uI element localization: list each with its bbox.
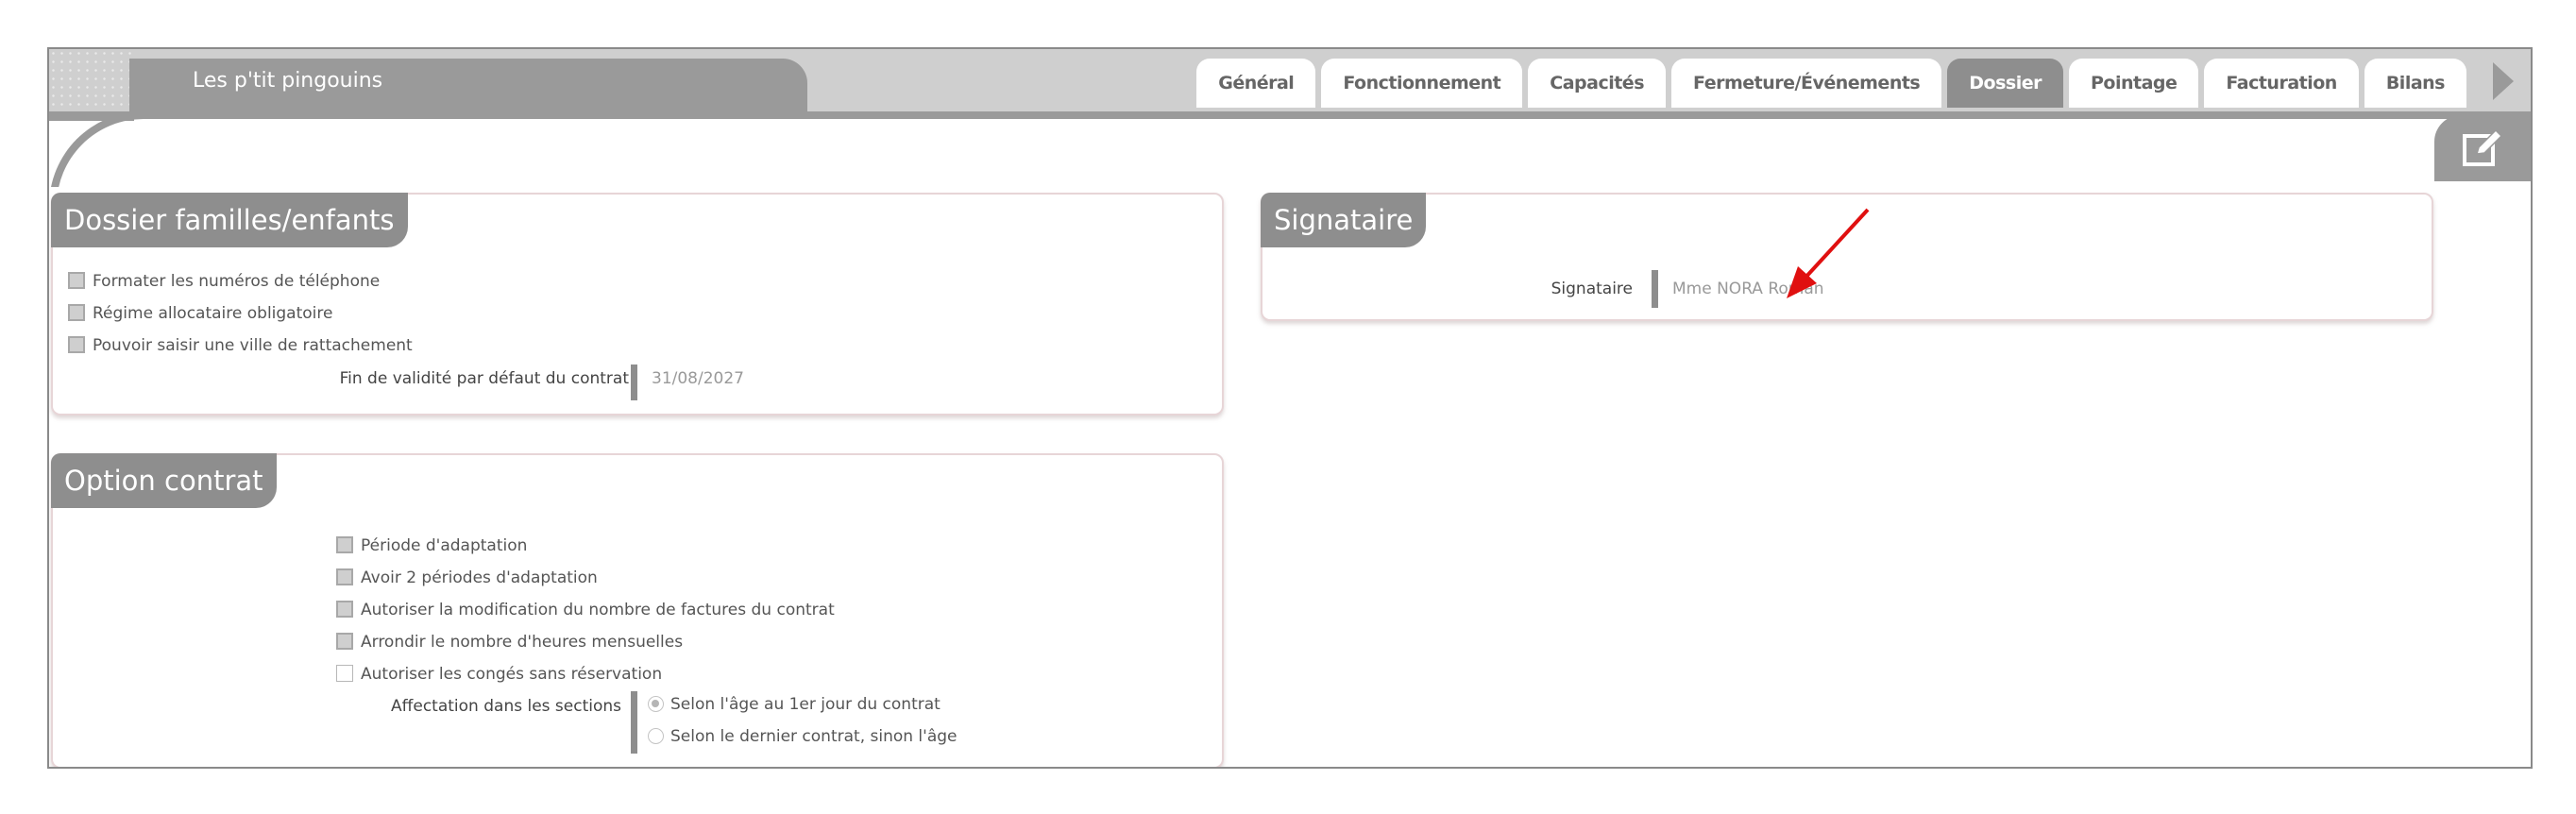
tab-dossier[interactable]: Dossier — [1947, 59, 2063, 108]
affectation-dernier-contrat-label: Selon le dernier contrat, sinon l'âge — [670, 727, 958, 746]
contrat-panel: Option contrat Période d'adaptation Avoi… — [51, 453, 1224, 767]
option-arrondir-heures-checkbox[interactable] — [336, 633, 353, 650]
signataire-label: Signataire — [1551, 280, 1633, 298]
option-deux-periodes-label: Avoir 2 périodes d'adaptation — [361, 568, 598, 587]
decorative-dots — [49, 49, 134, 111]
tab-pointage[interactable]: Pointage — [2068, 59, 2199, 108]
option-ville-rattachement-label: Pouvoir saisir une ville de rattachement — [93, 336, 413, 355]
dossier-panel-title: Dossier familles/enfants — [51, 193, 408, 247]
option-periode-adaptation-checkbox[interactable] — [336, 536, 353, 553]
signataire-field-bar — [1652, 270, 1658, 308]
annotation-arrow-icon — [1787, 208, 1870, 298]
option-conges-sans-reservation-label: Autoriser les congés sans réservation — [361, 665, 663, 684]
arrow-right-icon[interactable] — [2493, 62, 2514, 100]
tab-fonctionnement[interactable]: Fonctionnement — [1321, 59, 1523, 108]
affectation-dernier-contrat-radio[interactable] — [648, 728, 664, 744]
option-ville-rattachement-checkbox[interactable] — [68, 336, 85, 353]
option-modification-factures-label: Autoriser la modification du nombre de f… — [361, 601, 835, 619]
contrat-panel-title: Option contrat — [51, 453, 277, 508]
window-title: Les p'tit pingouins — [193, 69, 383, 93]
option-format-phone-label: Formater les numéros de téléphone — [93, 272, 381, 291]
option-deux-periodes-checkbox[interactable] — [336, 568, 353, 585]
affectation-age-label: Selon l'âge au 1er jour du contrat — [670, 695, 941, 714]
option-regime-allocataire-label: Régime allocataire obligatoire — [93, 304, 333, 323]
option-format-phone-checkbox[interactable] — [68, 272, 85, 289]
affectation-label: Affectation dans les sections — [391, 697, 621, 716]
signataire-panel-title: Signataire — [1261, 193, 1427, 247]
edit-icon — [2463, 128, 2503, 166]
validity-field-bar — [631, 365, 637, 400]
tab-bar: Général Fonctionnement Capacités Fermetu… — [1196, 55, 2466, 108]
affectation-field-bar — [631, 691, 637, 754]
header-bar — [129, 111, 2531, 119]
option-periode-adaptation-label: Période d'adaptation — [361, 536, 528, 555]
option-regime-allocataire-checkbox[interactable] — [68, 304, 85, 321]
affectation-age-radio[interactable] — [648, 696, 664, 712]
tab-facturation[interactable]: Facturation — [2204, 59, 2359, 108]
app-frame: Les p'tit pingouins Général Fonctionneme… — [47, 47, 2533, 769]
option-arrondir-heures-label: Arrondir le nombre d'heures mensuelles — [361, 633, 684, 652]
edit-button[interactable] — [2434, 115, 2531, 181]
validity-label: Fin de validité par défaut du contrat — [339, 369, 629, 388]
header-curve — [49, 111, 153, 187]
tab-capacites[interactable]: Capacités — [1528, 59, 1667, 108]
dossier-panel: Dossier familles/enfants Formater les nu… — [51, 193, 1224, 415]
option-conges-sans-reservation-checkbox[interactable] — [336, 665, 353, 682]
tab-bilans[interactable]: Bilans — [2364, 59, 2466, 108]
tab-fermeture-evenements[interactable]: Fermeture/Événements — [1671, 59, 1942, 108]
validity-date-input[interactable]: 31/08/2027 — [652, 369, 744, 388]
tab-general[interactable]: Général — [1196, 59, 1316, 108]
option-modification-factures-checkbox[interactable] — [336, 601, 353, 618]
